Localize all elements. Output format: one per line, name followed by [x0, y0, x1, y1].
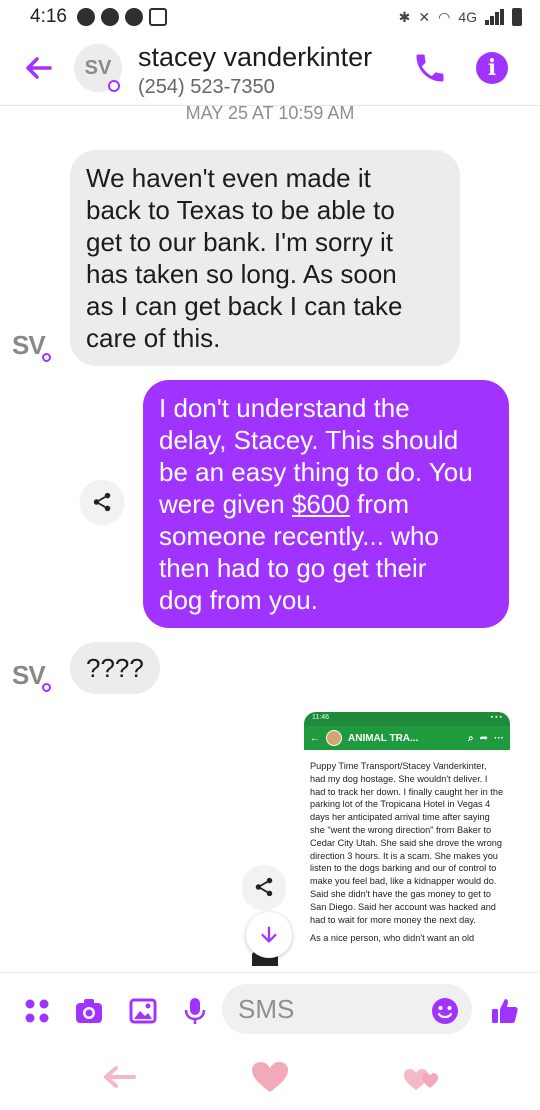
- info-button[interactable]: i: [476, 52, 508, 84]
- attachment-back-icon: ←: [310, 732, 320, 744]
- back-nav-button[interactable]: [98, 1062, 138, 1097]
- messenger-notification-icon: [76, 8, 95, 26]
- message-line: We haven't even made it: [86, 163, 371, 193]
- conversation-header: SV stacey vanderkinter (254) 523-7350 i: [0, 36, 540, 106]
- message-line: as I can get back I can take: [86, 291, 403, 321]
- signal-icon: [485, 9, 504, 25]
- scroll-down-icon: [261, 926, 277, 943]
- system-icons: ✱ ✕ ◠ 4G: [399, 8, 522, 26]
- message-text: from: [349, 489, 410, 519]
- sms-badge-icon: [108, 80, 120, 92]
- info-icon: i: [487, 55, 497, 81]
- incoming-message[interactable]: We haven't even made it back to Texas to…: [70, 150, 460, 366]
- microphone-icon: [184, 998, 206, 1024]
- back-arrow-icon: [104, 1066, 136, 1088]
- attachment-app-bar: ← ANIMAL TRA... ⌕ ➦ ···: [304, 726, 510, 750]
- mute-icon: ✕: [418, 8, 431, 25]
- emoji-button[interactable]: [428, 994, 462, 1028]
- attachment-status-time: 11:46: [312, 714, 329, 721]
- heart-icon: [404, 1069, 438, 1090]
- back-arrow-icon: [26, 57, 52, 79]
- share-icon: [255, 877, 273, 897]
- attachment-title: ANIMAL TRA...: [348, 732, 419, 744]
- message-composer: SMS: [0, 976, 540, 1048]
- image-notification-icon: [148, 8, 167, 26]
- emoji-icon: [432, 998, 458, 1024]
- amount-link[interactable]: $600: [292, 489, 350, 519]
- attachment-paragraph: Puppy Time Transport/Stacey Vanderkinter…: [310, 761, 504, 925]
- sender-badge: SV: [12, 660, 46, 690]
- image-attachment[interactable]: 11:46 ▪ ▪ ▪ ← ANIMAL TRA... ⌕ ➦ ··· Pupp…: [304, 712, 510, 974]
- message-line: be an easy thing to do. You: [159, 457, 473, 487]
- message-line: care of this.: [86, 323, 221, 353]
- attachment-page-avatar: [326, 730, 342, 746]
- message-line: were given $600 from: [159, 488, 493, 520]
- gallery-button[interactable]: [126, 994, 160, 1028]
- message-line: has taken so long. As soon: [86, 259, 397, 289]
- attachment-search-icon: ⌕: [468, 732, 474, 744]
- sender-badge-dot: [42, 683, 51, 692]
- message-line: ????: [86, 653, 144, 683]
- app-notification-icon: [124, 8, 143, 26]
- wifi-icon: ◠: [438, 8, 451, 25]
- sender-badge-dot: [42, 353, 51, 362]
- status-bar: 4:16 ✱ ✕ ◠ 4G: [0, 0, 540, 34]
- heart-button[interactable]: [250, 1060, 290, 1099]
- message-line: back to Texas to be able to: [86, 195, 395, 225]
- message-line: get to our bank. I'm sorry it: [86, 227, 393, 257]
- bottom-action-row: [0, 1050, 540, 1110]
- camera-button[interactable]: [72, 994, 106, 1028]
- notification-icons: [76, 8, 167, 26]
- share-button[interactable]: [80, 480, 124, 524]
- scroll-down-button[interactable]: [246, 912, 292, 958]
- attachment-more-icon: ···: [494, 732, 504, 744]
- call-button[interactable]: [412, 50, 448, 86]
- attachment-paragraph: As a nice person, who didn't want an old: [310, 933, 475, 944]
- attachment-status-icons: ▪ ▪ ▪: [490, 714, 502, 721]
- message-line: then had to go get their: [159, 553, 427, 583]
- message-line: someone recently... who: [159, 521, 439, 551]
- apps-button[interactable]: [20, 994, 54, 1028]
- incoming-message[interactable]: ????: [70, 642, 160, 694]
- heart-icon: [252, 1062, 288, 1092]
- share-button[interactable]: [242, 865, 286, 909]
- battery-icon: [512, 8, 522, 26]
- attachment-post-text: Puppy Time Transport/Stacey Vanderkinter…: [304, 750, 510, 945]
- outgoing-message[interactable]: I don't understand the delay, Stacey. Th…: [143, 380, 509, 628]
- message-timestamp: MAY 25 AT 10:59 AM: [185, 103, 355, 123]
- microphone-button[interactable]: [178, 994, 212, 1028]
- sender-badge: SV: [12, 330, 46, 360]
- message-line: I don't understand the: [159, 393, 410, 423]
- message-line: dog from you.: [159, 585, 318, 615]
- contact-name[interactable]: stacey vanderkinter: [138, 42, 372, 73]
- apps-icon: [25, 999, 49, 1023]
- app-notification-icon: [100, 8, 119, 26]
- thumbs-up-icon: [492, 999, 518, 1023]
- attachment-share-icon: ➦: [479, 732, 488, 744]
- camera-icon: [76, 999, 102, 1023]
- gallery-icon: [129, 998, 157, 1024]
- contact-phone: (254) 523-7350: [138, 76, 275, 98]
- network-label: 4G: [458, 9, 477, 25]
- back-button[interactable]: [22, 52, 54, 84]
- status-time: 4:16: [30, 6, 67, 27]
- phone-icon: [416, 54, 444, 82]
- thumbs-up-button[interactable]: [488, 994, 522, 1028]
- bluetooth-icon: ✱: [398, 8, 411, 25]
- message-text: were given: [159, 489, 292, 519]
- message-line: delay, Stacey. This should: [159, 425, 459, 455]
- share-icon: [93, 492, 111, 512]
- composer-divider: [0, 972, 540, 973]
- hearts-button[interactable]: [402, 1064, 442, 1099]
- attachment-status-bar: 11:46 ▪ ▪ ▪: [304, 712, 510, 726]
